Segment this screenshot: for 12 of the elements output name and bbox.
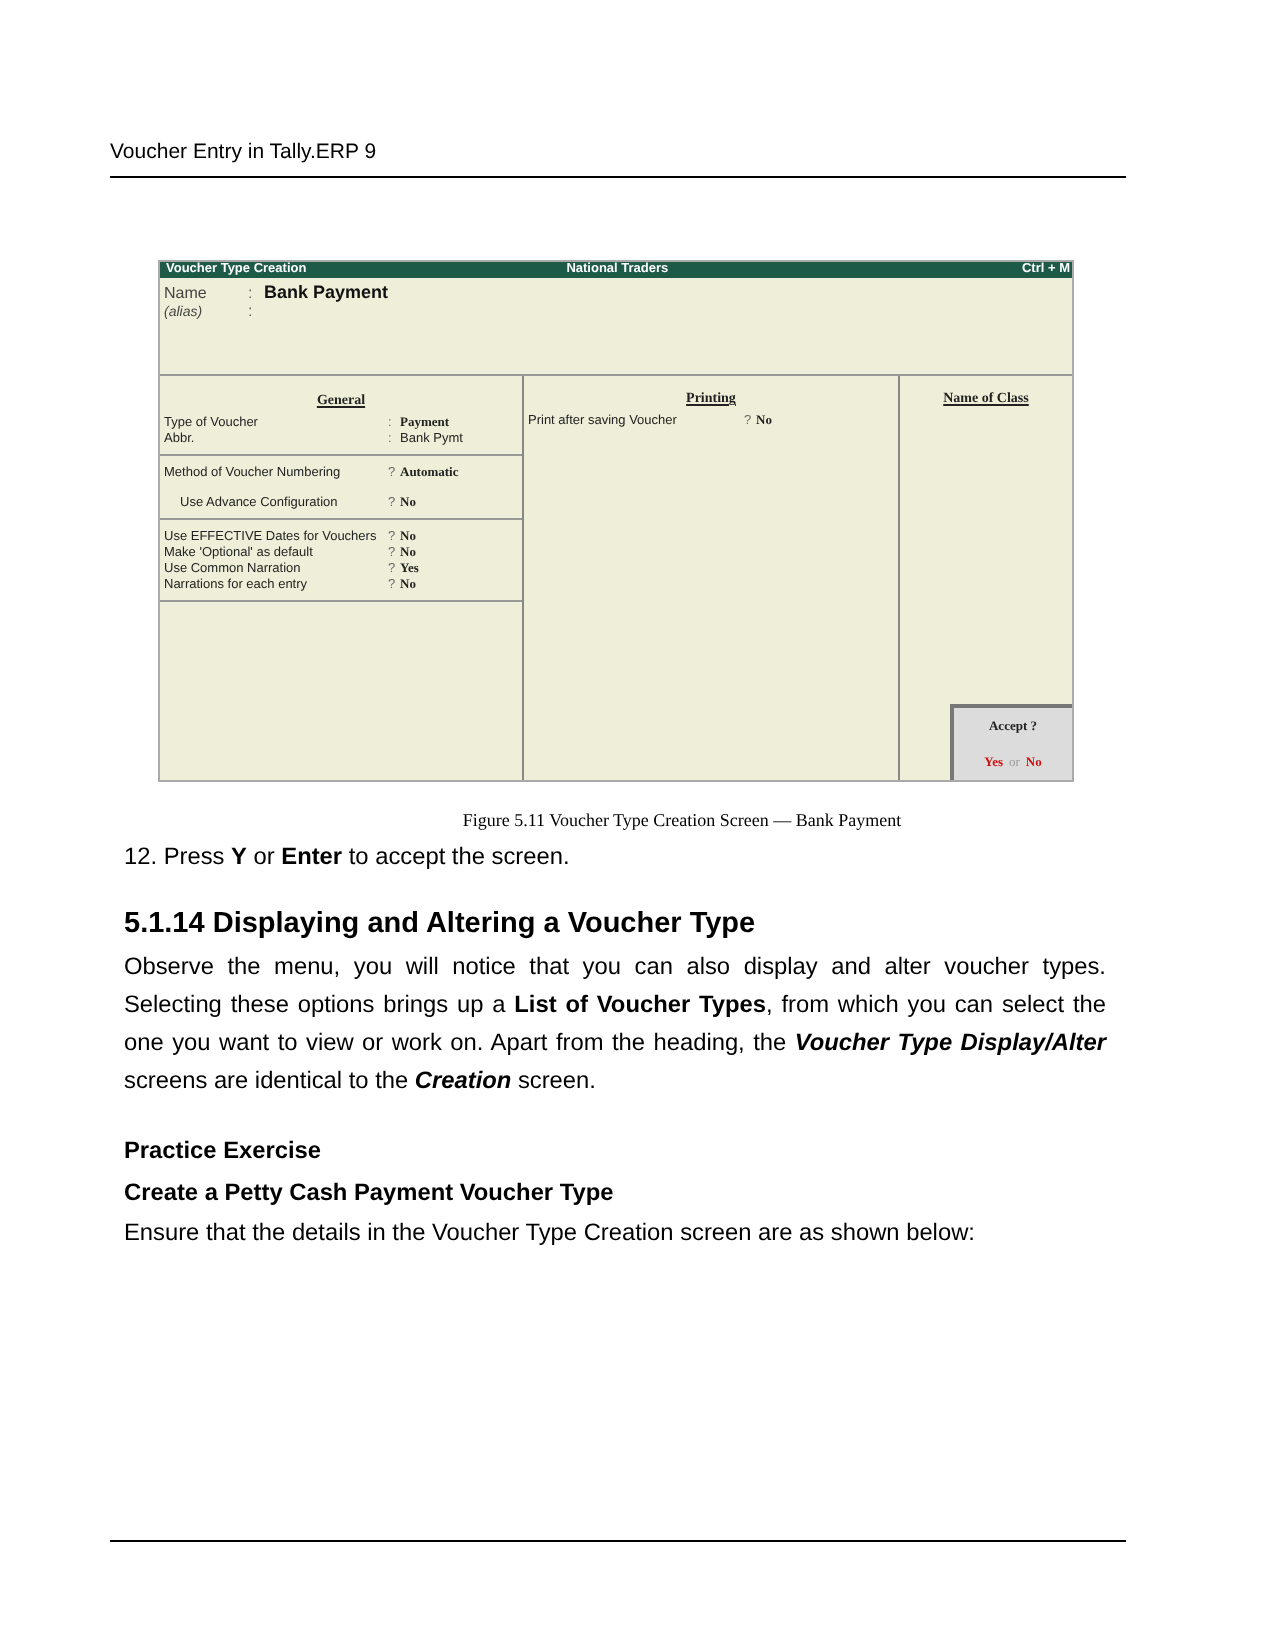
name-value[interactable]: Bank Payment [264,282,389,302]
field-label: Name [164,284,209,302]
subheading: Create a Petty Cash Payment Voucher Type [124,1176,616,1210]
page-header: Voucher Entry in Tally.ERP 9 [110,140,1126,178]
separator: : [248,302,255,320]
paragraph: Observe the menu, you will notice that you can also display and alter voucher types. Selecting these options brings up a List of Voucher Types, from which you can select the one you want to view or work on. Apart from the heading, the Voucher Type Display/Alter screens are identical to the Creation screen. [124,950,1106,1098]
subheading: Practice Exercise [124,1134,324,1168]
separator: : [248,284,255,302]
paragraph: Ensure that the details in the Voucher Type Creation screen are as shown below: [124,1216,977,1250]
paragraph: 12. Press Y or Enter to accept the screen. [124,840,572,874]
figure-caption: Figure 5.11 Voucher Type Creation Screen — Bank Payment [460,810,904,830]
section-heading: 5.1.14 Displaying and Altering a Voucher Type [124,908,758,940]
